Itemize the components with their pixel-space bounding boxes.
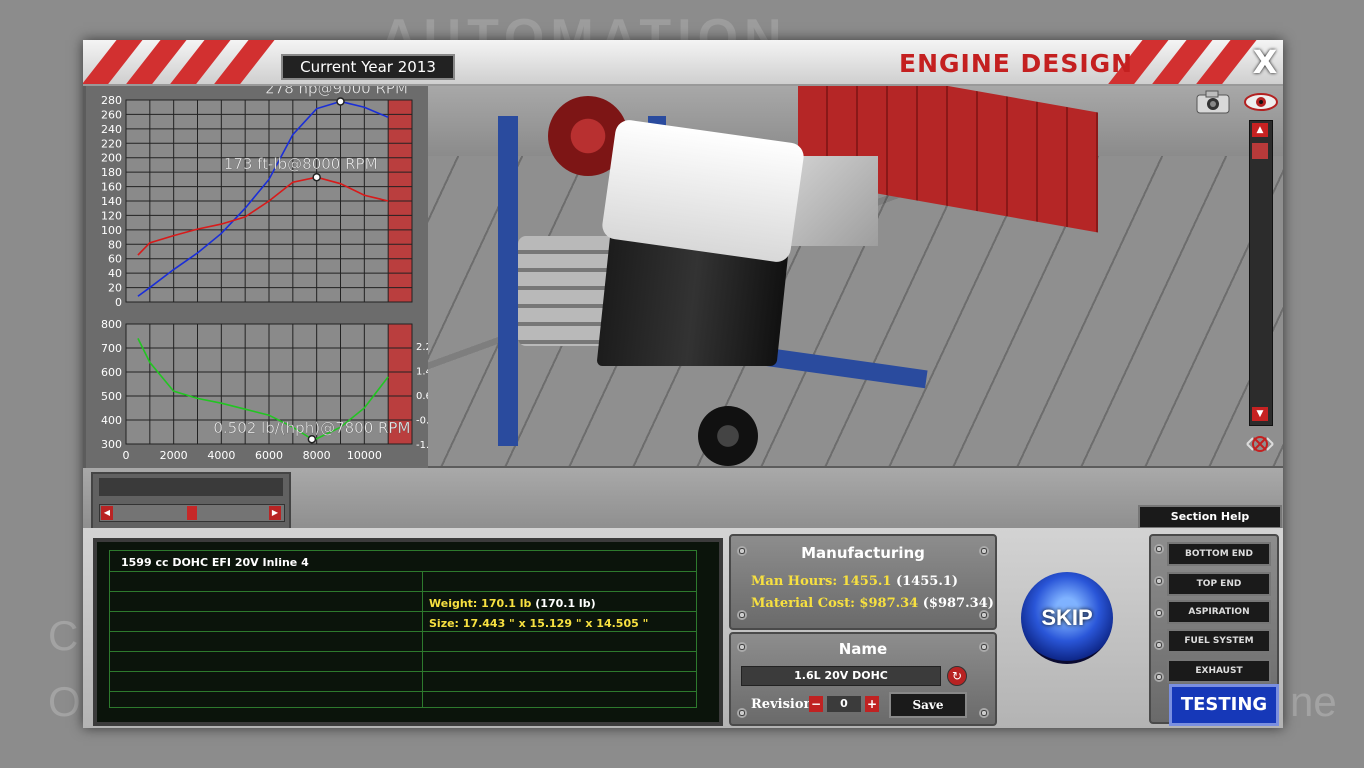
background-text-left-2: O [48,678,81,725]
y2-tick-label: 0.6 [416,391,428,402]
weight-value: Weight: 170.1 lb [429,597,532,610]
y-tick-label: 40 [108,267,122,280]
engine-weight: Weight: 170.1 lb (170.1 lb) [429,597,596,610]
peak-marker [312,172,321,182]
revision-value: 0 [827,696,861,712]
man-hours-reference: (1455.1) [895,574,959,589]
engine-design-window: Current Year 2013 ENGINE DESIGN X ▲ ▼ 0 … [83,40,1283,728]
current-year-label: Current Year 2013 [281,54,455,80]
part-selector-display [99,478,283,496]
menu-item-aspiration[interactable]: ASPIRATION [1167,600,1271,624]
camera-icon[interactable] [1195,90,1233,114]
menu-item-fuel-system[interactable]: FUEL SYSTEM [1167,629,1271,653]
x-tick-label: 10000 [347,449,382,462]
y-tick-label: 220 [101,137,122,150]
y-tick-label: 300 [101,438,122,451]
peak-marker [336,97,345,106]
peak-annotation: 173 ft-lb@8000 RPM [224,155,378,173]
slider-right-icon[interactable]: ▶ [269,506,281,520]
y-tick-label: 160 [101,181,122,194]
y-tick-label: 700 [101,342,122,355]
rotate-view-icon[interactable] [1241,430,1279,458]
y-tick-label: 0 [115,296,122,309]
material-cost: Material Cost: $987.34 ($987.34) [751,596,994,611]
skip-button[interactable]: SKIP [1021,572,1113,664]
manufacturing-panel: Manufacturing Man Hours: 1455.1 (1455.1)… [729,534,997,630]
y2-tick-label: -1.0 [416,440,428,451]
menu-item-top-end[interactable]: TOP END [1167,572,1271,596]
background-text-right: ne [1290,678,1337,725]
revision-decrement-button[interactable]: − [809,696,823,712]
material-cost-reference: ($987.34) [922,596,994,611]
x-tick-label: 4000 [207,449,235,462]
y-tick-label: 600 [101,366,122,379]
x-tick-label: 8000 [303,449,331,462]
scroll-thumb[interactable] [1252,143,1268,159]
y-tick-label: 20 [108,282,122,295]
revision-label: Revision [751,697,813,712]
y2-tick-label: 1.4 [416,367,428,378]
man-hours: Man Hours: 1455.1 (1455.1) [751,574,958,589]
weight-reference: (170.1 lb) [535,597,596,610]
close-button[interactable]: X [1251,44,1279,80]
engine-info-panel: 1599 cc DOHC EFI 20V Inline 4 Weight: 17… [93,538,723,726]
performance-charts-panel: 0 20 40 60 80 100 120 140 160 180 200 220 240 260 280 2… [86,86,428,468]
x-tick-label: 0 [123,449,130,462]
menu-item-exhaust[interactable]: EXHAUST [1167,659,1271,683]
engine-size: Size: 17.443 " x 15.129 " x 14.505 " [429,617,649,630]
menu-item-testing[interactable]: TESTING [1169,684,1279,726]
power-torque-chart: 020 4060 80100 120140160 180200 220240 260280 2… [101,86,413,309]
y-tick-label: 140 [101,195,122,208]
y2-tick-label: -0.2 [416,416,428,427]
part-selector: ◀ ▶ [91,472,291,532]
x-tick-label: 6000 [255,449,283,462]
engine-3d-viewport[interactable] [428,86,1283,466]
y-tick-label: 260 [101,108,122,121]
peak-annotation: 278 hp@9000 RPM [265,86,408,97]
y-tick-label: 60 [108,253,122,266]
save-button[interactable]: Save [889,692,967,718]
y2-tick-label: 2.2 [416,342,428,353]
man-hours-value: Man Hours: 1455.1 [751,574,892,589]
background-text-left-1: C [48,612,79,659]
material-cost-value: Material Cost: $987.34 [751,596,919,611]
refresh-name-icon[interactable]: ↻ [947,666,967,686]
fuel-consumption-chart: 300 400 500 600 700 800 2.2 1.4 0.6 -0.2 -1.0 0 2000… [101,318,428,462]
y-tick-label: 100 [101,224,122,237]
slider-left-icon[interactable]: ◀ [101,506,113,520]
scroll-up-icon[interactable]: ▲ [1252,123,1268,137]
scroll-down-icon[interactable]: ▼ [1252,407,1268,421]
page-title: ENGINE DESIGN [899,49,1134,78]
x-tick-label: 2000 [160,449,188,462]
eye-icon[interactable] [1243,92,1279,112]
y-tick-label: 200 [101,152,122,165]
revision-increment-button[interactable]: + [865,696,879,712]
section-help-button[interactable]: Section Help [1138,505,1282,529]
name-title: Name [838,640,888,658]
y-tick-label: 80 [108,238,122,251]
y-tick-label: 180 [101,166,122,179]
part-slider[interactable]: ◀ ▶ [99,504,285,522]
crank-pulley [698,406,758,466]
menu-item-bottom-end[interactable]: BOTTOM END [1167,542,1271,566]
title-bar: Current Year 2013 ENGINE DESIGN X [83,40,1283,86]
y-tick-label: 500 [101,390,122,403]
engine-stand-post [498,116,518,446]
y-tick-label: 240 [101,123,122,136]
y-tick-label: 400 [101,414,122,427]
y-tick-label: 800 [101,318,122,331]
slider-thumb[interactable] [187,506,197,520]
name-panel: Name 1.6L 20V DOHC ↻ Revision − 0 + Save [729,632,997,726]
y-tick-label: 280 [101,94,122,107]
engine-description: 1599 cc DOHC EFI 20V Inline 4 [121,556,309,569]
y-tick-label: 120 [101,209,122,222]
peak-annotation: 0.502 lb/(hph)@7800 RPM [213,419,410,437]
zoom-scrollbar[interactable]: ▲ ▼ [1249,120,1273,426]
engine-name-input[interactable]: 1.6L 20V DOHC [741,666,941,686]
manufacturing-title: Manufacturing [801,544,925,562]
